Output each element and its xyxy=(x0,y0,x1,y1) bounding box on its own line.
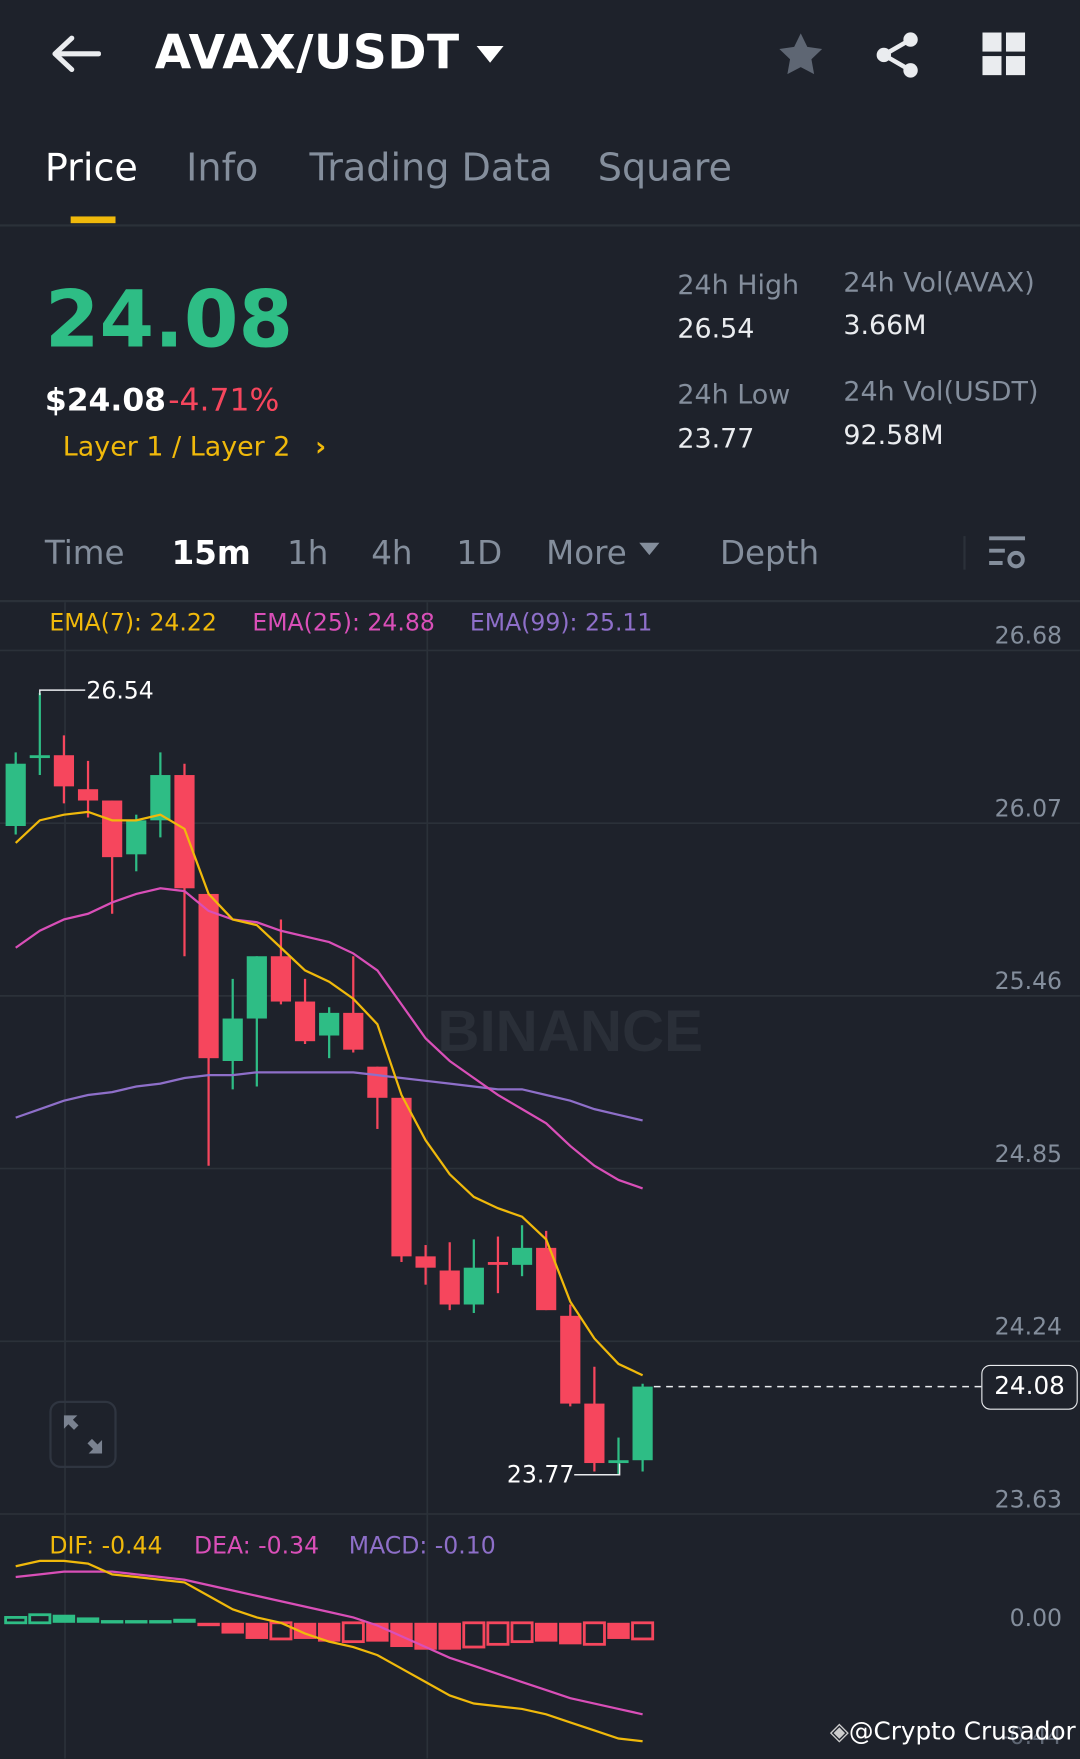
candle-up xyxy=(632,1386,653,1461)
macd-histogram-bar xyxy=(76,1617,100,1623)
candle-down xyxy=(439,1270,460,1305)
price-axis-label: 25.46 xyxy=(994,967,1063,995)
price-axis-label: 24.85 xyxy=(994,1140,1063,1168)
macd-histogram-bar xyxy=(510,1621,534,1644)
macd-histogram-bar xyxy=(173,1618,196,1623)
macd-axis-label: 0.00 xyxy=(1009,1604,1063,1632)
candle-up xyxy=(246,956,267,1019)
binance-watermark: BINANCE xyxy=(437,999,703,1064)
high-marker-label: 26.54 xyxy=(86,677,154,705)
macd-histogram-bar xyxy=(607,1622,630,1639)
candle-down xyxy=(294,1001,316,1042)
candlestick-chart[interactable]: BINANCE xyxy=(0,0,1080,1759)
candle-up xyxy=(608,1460,629,1464)
macd-histogram-bar xyxy=(28,1613,52,1625)
candle-down xyxy=(53,755,75,787)
macd-histogram-bar xyxy=(100,1620,124,1624)
candle-down xyxy=(560,1315,581,1404)
ema25-value: EMA(25): 24.88 xyxy=(252,608,435,636)
candle-down xyxy=(102,800,123,858)
macd-histogram-bar xyxy=(559,1622,582,1645)
macd-histogram-bar xyxy=(221,1622,244,1634)
candle-up xyxy=(463,1267,484,1305)
macd-value: MACD: -0.10 xyxy=(348,1531,496,1559)
macd-histogram-bar xyxy=(534,1622,558,1642)
candle-up xyxy=(319,1012,340,1036)
candle-up xyxy=(511,1247,533,1265)
ema7-value: EMA(7): 24.22 xyxy=(49,608,217,636)
binance-logo-icon: ◈ xyxy=(829,1718,849,1747)
last-price-tag: 24.08 xyxy=(981,1364,1078,1410)
dea-value: DEA: -0.34 xyxy=(194,1531,320,1559)
candle-down xyxy=(270,956,292,1002)
low-marker-label: 23.77 xyxy=(506,1461,575,1489)
expand-icon xyxy=(63,1415,103,1454)
price-axis-label: 26.07 xyxy=(994,795,1063,823)
macd-histogram-bar xyxy=(462,1621,486,1649)
candle-up xyxy=(5,763,26,827)
dea-line xyxy=(15,1570,643,1716)
candle-down xyxy=(198,893,219,1059)
macd-histogram-bar xyxy=(390,1622,413,1648)
candle-down xyxy=(343,1012,364,1050)
macd-histogram-bar xyxy=(125,1620,148,1624)
credit-watermark: ◈@Crypto Crusador xyxy=(829,1718,1076,1747)
macd-histogram-bar xyxy=(341,1621,365,1644)
trading-screen: AVAX/USDT Price Info Trading Data Square… xyxy=(0,0,1080,1759)
candle-up xyxy=(222,1018,243,1062)
candle-up xyxy=(126,820,147,855)
macd-histogram-bar xyxy=(414,1622,437,1650)
dif-line xyxy=(15,1559,643,1743)
candle-down xyxy=(367,1066,388,1098)
macd-histogram-bar xyxy=(197,1622,220,1627)
candle-down xyxy=(487,1262,509,1265)
candle-up xyxy=(29,755,50,759)
low-marker-line xyxy=(574,1463,621,1476)
candle-down xyxy=(415,1256,436,1268)
macd-histogram-bar xyxy=(149,1620,172,1624)
candle-down xyxy=(584,1403,605,1464)
candle-down xyxy=(77,789,99,801)
price-axis-label: 26.68 xyxy=(994,622,1063,650)
candle-down xyxy=(391,1097,412,1257)
ema99-value: EMA(99): 25.11 xyxy=(469,608,653,636)
macd-histogram-bar xyxy=(52,1614,76,1623)
macd-histogram-bar xyxy=(245,1622,269,1639)
ema99-line xyxy=(15,1071,643,1122)
macd-histogram-bar xyxy=(486,1621,510,1646)
price-axis-label: 23.63 xyxy=(994,1485,1063,1513)
macd-histogram-bar xyxy=(582,1621,606,1646)
macd-histogram-bar xyxy=(438,1622,461,1650)
macd-histogram-bar xyxy=(4,1616,28,1625)
high-marker-line xyxy=(39,689,86,696)
macd-histogram-bar xyxy=(631,1621,655,1641)
fullscreen-button[interactable] xyxy=(49,1400,117,1469)
dif-value: DIF: -0.44 xyxy=(49,1531,163,1559)
price-axis-label: 24.24 xyxy=(994,1313,1063,1341)
